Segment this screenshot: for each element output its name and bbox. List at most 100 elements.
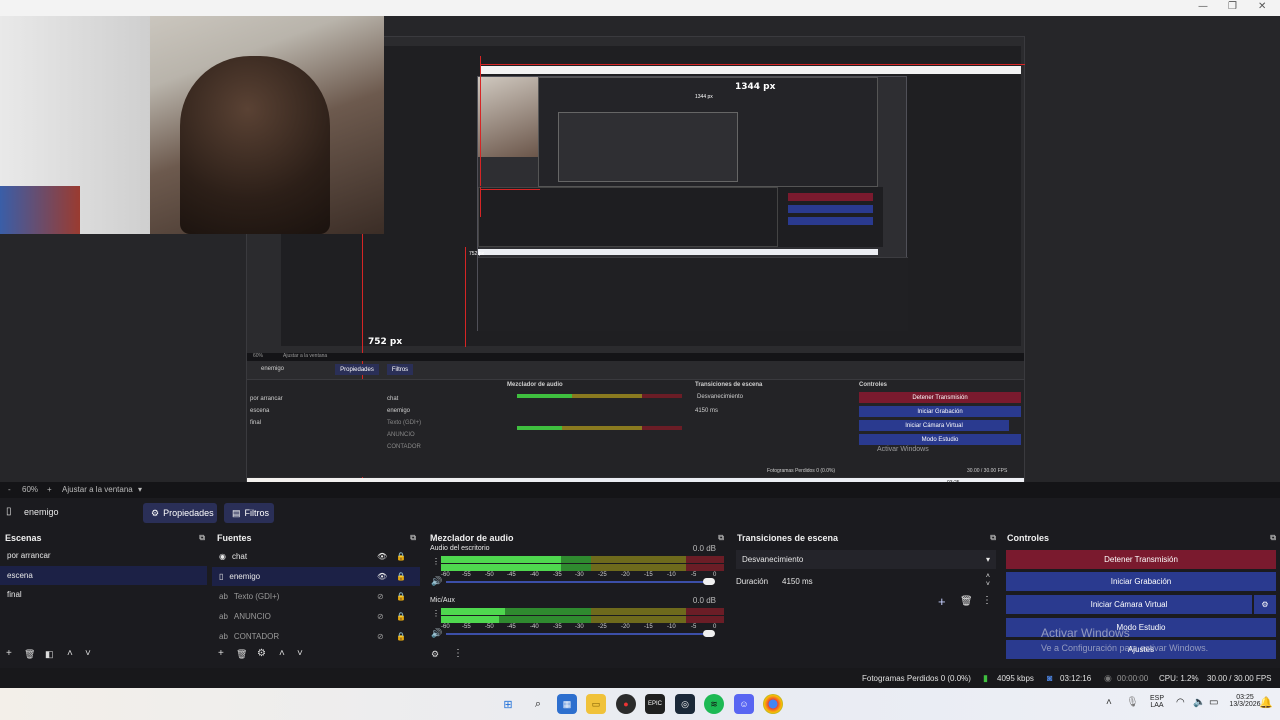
eye-hidden-icon[interactable]: ⊘ — [377, 632, 384, 641]
gear-icon[interactable]: ⚙ — [257, 648, 266, 659]
nested-controls-3 — [778, 187, 883, 247]
desktop-volume-slider[interactable] — [446, 581, 714, 583]
activate-windows-subtitle: Ve a Configuración para activar Windows. — [1041, 643, 1209, 653]
nested-source-3: ANUNCIO — [387, 432, 415, 438]
source-item-chat[interactable]: ◉ chat 👁 🔒 — [212, 547, 420, 566]
maximize-button[interactable]: ❐ — [1228, 1, 1237, 12]
desktop-volume-handle[interactable] — [703, 578, 715, 585]
measure-line-vertical-2 — [465, 247, 466, 347]
battery-icon[interactable]: ▭ — [1209, 697, 1218, 708]
add-scene-icon[interactable]: + — [6, 648, 12, 659]
duration-label: Duración — [736, 577, 769, 586]
minimize-button[interactable]: — — [1198, 1, 1208, 12]
channel-mic-name: Mic/Aux — [430, 597, 455, 604]
move-up-icon[interactable]: ˄ — [279, 648, 285, 659]
spinbox-arrows-icon[interactable]: ˄ ˅ — [986, 573, 990, 589]
scene-item-escena[interactable]: escena — [0, 566, 207, 585]
undock-icon[interactable]: ⧉ — [410, 533, 416, 543]
start-virtualcam-button[interactable]: Iniciar Cámara Virtual — [1006, 595, 1252, 614]
lock-icon[interactable]: 🔒 — [396, 572, 406, 581]
spotify-icon[interactable]: ≋ — [704, 694, 724, 714]
trash-icon[interactable]: 🗑 — [960, 596, 973, 607]
close-button[interactable]: ✕ — [1258, 1, 1266, 12]
wifi-icon[interactable]: ◠ — [1176, 697, 1185, 708]
transitions-header: Transiciones de escena ⧉ — [737, 533, 996, 543]
epic-games-icon[interactable]: EPIC — [645, 694, 665, 714]
duration-input[interactable]: 4150 ms ˄ ˅ — [778, 572, 996, 591]
nested-taskbar-3 — [478, 249, 878, 255]
chevron-up-icon[interactable]: ˄ — [1106, 697, 1112, 708]
eye-hidden-icon[interactable]: ⊘ — [377, 612, 384, 621]
source-item-enemigo[interactable]: ▯ enemigo 👁 🔒 — [212, 567, 420, 586]
notifications-icon[interactable]: 🔔 — [1259, 696, 1273, 709]
stop-stream-button[interactable]: Detener Transmisión — [1006, 550, 1276, 569]
lock-icon[interactable]: 🔒 — [396, 592, 406, 601]
kebab-menu-icon[interactable]: ⋮ — [453, 648, 463, 659]
kebab-menu-icon[interactable]: ⋮ — [432, 557, 440, 566]
nested-source-1: enemigo — [387, 408, 411, 414]
source-toolbar: ▯ enemigo ⚙ Propiedades ▤ Filtros — [0, 500, 1280, 526]
search-icon[interactable]: ⌕ — [528, 694, 548, 714]
selected-source-name: enemigo — [24, 507, 59, 517]
speaker-icon[interactable]: 🔊 — [431, 576, 442, 587]
source-item-anuncio[interactable]: ab ANUNCIO ⊘ 🔒 — [212, 607, 420, 626]
desktop-meter-top — [441, 556, 724, 563]
controls-dock: Controles ⧉ Detener Transmisión Iniciar G… — [1002, 530, 1280, 666]
move-up-icon[interactable]: ˄ — [67, 648, 73, 659]
undock-icon[interactable]: ⧉ — [199, 533, 205, 543]
trash-icon[interactable]: 🗑 — [236, 649, 247, 660]
zoom-out-button[interactable]: - — [8, 485, 11, 494]
mic-volume-slider[interactable] — [446, 633, 714, 635]
move-down-icon[interactable]: ˅ — [85, 648, 91, 659]
audio-mixer-dock: Mezclador de audio ⧉ Audio del escritorio… — [425, 530, 728, 666]
speaker-icon[interactable]: 🔊 — [431, 628, 442, 639]
undock-icon[interactable]: ⧉ — [1270, 533, 1276, 543]
fit-window-label[interactable]: Ajustar a la ventana — [62, 485, 133, 494]
microphone-icon[interactable]: 🎙 — [1126, 697, 1139, 708]
chevron-down-icon[interactable]: ▾ — [138, 485, 142, 494]
kebab-menu-icon[interactable]: ⋮ — [982, 595, 992, 606]
nested-zoom-level: 60% — [253, 353, 264, 359]
nested-fps: 30.00 / 30.00 FPS — [967, 468, 1008, 474]
kebab-menu-icon[interactable]: ⋮ — [432, 609, 440, 618]
gear-icon: ⚙ — [151, 507, 160, 518]
lock-icon[interactable]: 🔒 — [396, 632, 406, 641]
eye-icon[interactable]: 👁 — [377, 552, 387, 561]
eye-hidden-icon[interactable]: ⊘ — [377, 592, 384, 601]
discord-icon[interactable]: ☺ — [734, 694, 754, 714]
properties-button[interactable]: ⚙ Propiedades — [143, 503, 217, 523]
move-down-icon[interactable]: ˅ — [297, 648, 303, 659]
lock-icon[interactable]: 🔒 — [396, 612, 406, 621]
chrome-icon[interactable] — [763, 694, 783, 714]
source-item-texto[interactable]: ab Texto (GDI+) ⊘ 🔒 — [212, 587, 420, 606]
windows-start-icon[interactable]: ⊞ — [498, 694, 518, 714]
preview-canvas[interactable]: 1344 px 752 px 1344 px 752 px 60% Ajusta… — [0, 16, 1280, 494]
store-icon[interactable]: ▦ — [557, 694, 577, 714]
add-source-icon[interactable]: + — [218, 648, 224, 659]
advanced-audio-icon[interactable]: ⚙ — [431, 649, 439, 660]
nested-stop-3 — [788, 193, 873, 201]
undock-icon[interactable]: ⧉ — [990, 533, 996, 543]
scene-filter-icon[interactable]: ◧ — [45, 649, 54, 660]
mic-volume-handle[interactable] — [703, 630, 715, 637]
scene-item-final[interactable]: final — [0, 585, 209, 604]
file-explorer-icon[interactable]: ▭ — [586, 694, 606, 714]
browser-icon: ◉ — [219, 552, 226, 561]
transition-select[interactable]: Desvanecimiento ▾ — [736, 550, 996, 569]
app-icon[interactable]: ● — [616, 694, 636, 714]
trash-icon[interactable]: 🗑 — [24, 649, 35, 660]
eye-icon[interactable]: 👁 — [377, 572, 387, 581]
start-recording-button[interactable]: Iniciar Grabación — [1006, 572, 1276, 591]
nested-virtualcam-button: Iniciar Cámara Virtual — [859, 420, 1009, 431]
filters-button[interactable]: ▤ Filtros — [224, 503, 274, 523]
steam-icon[interactable]: ◎ — [675, 694, 695, 714]
virtualcam-settings-button[interactable]: ⚙ — [1254, 595, 1276, 614]
source-item-contador[interactable]: ab CONTADOR ⊘ 🔒 — [212, 627, 420, 646]
volume-icon[interactable]: 🔈 — [1193, 697, 1205, 708]
zoom-in-button[interactable]: + — [47, 485, 52, 494]
lock-icon[interactable]: 🔒 — [396, 552, 406, 561]
language-indicator[interactable]: ESP LAA — [1146, 695, 1168, 709]
undock-icon[interactable]: ⧉ — [718, 533, 724, 543]
add-transition-icon[interactable]: + — [938, 594, 946, 609]
scene-item-por-arrancar[interactable]: por arrancar — [0, 546, 209, 565]
